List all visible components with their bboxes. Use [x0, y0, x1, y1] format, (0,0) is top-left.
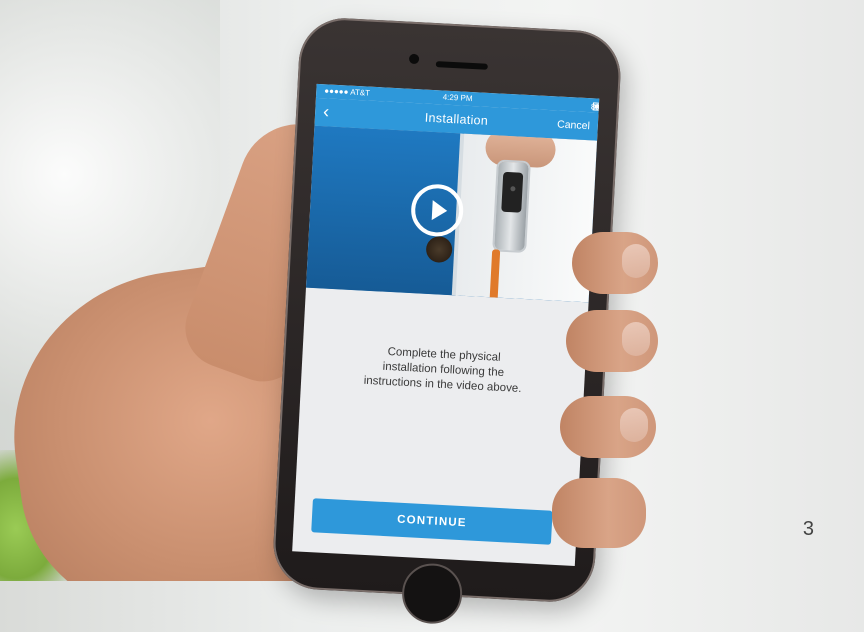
battery-icon — [592, 102, 600, 112]
fingernail — [622, 322, 650, 356]
play-icon — [431, 200, 448, 221]
earpiece-speaker — [435, 61, 488, 70]
slide-page-number: 3 — [802, 518, 814, 540]
cancel-button[interactable]: Cancel — [557, 119, 590, 133]
continue-button[interactable]: CONTINUE — [311, 498, 553, 545]
phone-screen: ●●●●● AT&T 4:29 PM 80% ‹ Installation Ca… — [292, 83, 600, 567]
fingernail — [622, 244, 650, 278]
doorbell-lens — [510, 186, 516, 192]
hand-finger — [560, 396, 656, 458]
home-button[interactable] — [400, 562, 464, 626]
installation-video[interactable] — [305, 125, 598, 303]
video-doorbell — [494, 161, 529, 251]
front-camera — [408, 53, 420, 65]
hand-finger — [552, 478, 646, 548]
hand-finger — [566, 310, 658, 372]
fingernail — [620, 408, 648, 442]
instructions-text: Complete the physical installation follo… — [363, 345, 522, 395]
hand-finger — [572, 232, 658, 294]
doorbell-face — [501, 171, 524, 213]
